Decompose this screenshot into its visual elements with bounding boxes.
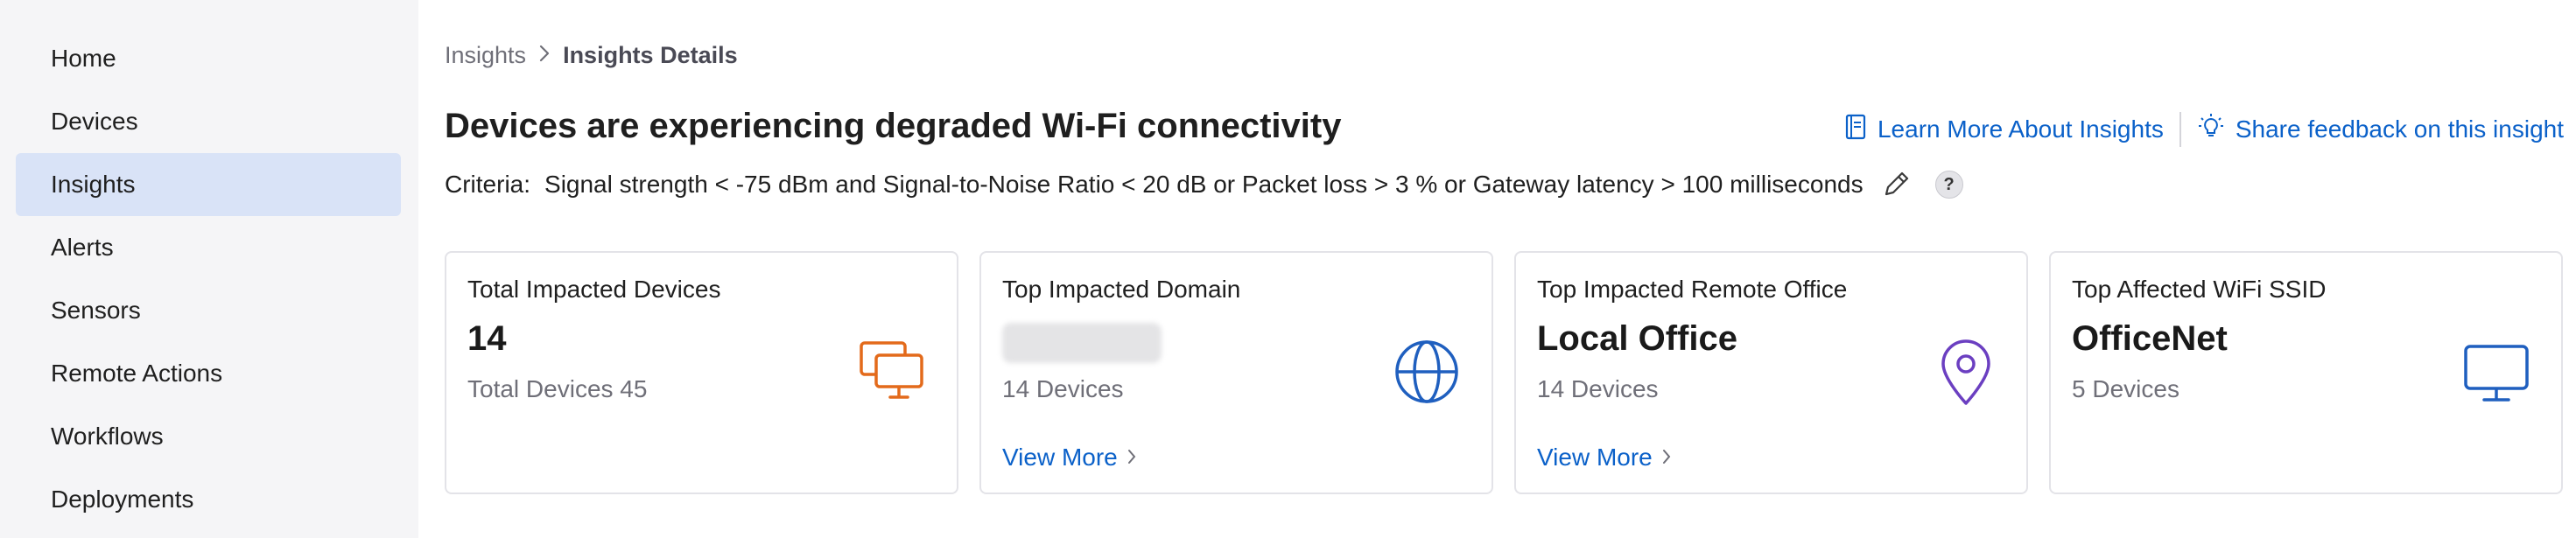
lightbulb-icon <box>2197 113 2225 147</box>
monitor-icon <box>2463 344 2530 408</box>
card-title: Total Impacted Devices <box>467 276 721 303</box>
share-feedback-label: Share feedback on this insight <box>2235 115 2564 143</box>
card-value: 14 <box>467 319 507 358</box>
book-icon <box>1844 114 1867 146</box>
card-top-affected-wifi-ssid: Top Affected WiFi SSID OfficeNet 5 Devic… <box>2049 251 2563 494</box>
sidebar-item-deployments[interactable]: Deployments <box>16 468 401 531</box>
chevron-right-icon <box>1127 444 1137 472</box>
sidebar: Home Devices Insights Alerts Sensors Rem… <box>0 0 418 538</box>
criteria-label: Criteria: <box>445 171 531 198</box>
sidebar-item-workflows[interactable]: Workflows <box>16 405 401 468</box>
view-more-label: View More <box>1002 444 1118 471</box>
help-icon[interactable]: ? <box>1934 171 1963 199</box>
view-more-label: View More <box>1537 444 1653 471</box>
redacted-domain-value <box>1002 323 1162 363</box>
page-title: Devices are experiencing degraded Wi-Fi … <box>445 107 1342 145</box>
criteria-text: Signal strength < -75 dBm and Signal-to-… <box>544 171 1864 198</box>
card-subtext: 5 Devices <box>2072 375 2179 402</box>
sidebar-item-remote-actions[interactable]: Remote Actions <box>16 342 401 405</box>
breadcrumb: Insights Insights Details <box>445 42 738 69</box>
criteria: Criteria: Signal strength < -75 dBm and … <box>445 170 1963 199</box>
devices-icon <box>859 340 925 406</box>
view-more-link[interactable]: View More <box>1002 444 1137 472</box>
pencil-icon[interactable] <box>1881 170 1911 199</box>
card-top-impacted-domain: Top Impacted Domain 14 Devices View More <box>979 251 1493 494</box>
breadcrumb-current: Insights Details <box>563 42 738 68</box>
location-pin-icon <box>1939 339 1993 411</box>
card-top-impacted-remote-office: Top Impacted Remote Office Local Office … <box>1514 251 2028 494</box>
card-subtext: Total Devices 45 <box>467 375 648 402</box>
card-subtext: 14 Devices <box>1002 375 1124 402</box>
sidebar-item-devices[interactable]: Devices <box>16 90 401 153</box>
card-total-impacted-devices: Total Impacted Devices 14 Total Devices … <box>445 251 958 494</box>
card-value: Local Office <box>1537 319 1737 358</box>
card-subtext: 14 Devices <box>1537 375 1659 402</box>
sidebar-item-insights[interactable]: Insights <box>16 153 401 216</box>
share-feedback-link[interactable]: Share feedback on this insight <box>2197 113 2564 147</box>
sidebar-item-home[interactable]: Home <box>16 27 401 90</box>
view-more-link[interactable]: View More <box>1537 444 1672 472</box>
card-value: OfficeNet <box>2072 319 2228 358</box>
chevron-right-icon <box>1661 444 1672 472</box>
learn-more-link[interactable]: Learn More About Insights <box>1844 114 2164 146</box>
learn-more-label: Learn More About Insights <box>1877 115 2164 143</box>
globe-icon <box>1393 339 1460 409</box>
sidebar-item-alerts[interactable]: Alerts <box>16 216 401 279</box>
header-links: Learn More About Insights Share feedback… <box>1844 112 2564 147</box>
breadcrumb-insights-link[interactable]: Insights <box>445 42 526 69</box>
header-divider <box>2179 112 2181 147</box>
sidebar-item-sensors[interactable]: Sensors <box>16 279 401 342</box>
card-title: Top Affected WiFi SSID <box>2072 276 2327 303</box>
chevron-right-icon <box>538 42 551 69</box>
main-content: Insights Insights Details Devices are ex… <box>445 0 2576 538</box>
card-title: Top Impacted Remote Office <box>1537 276 1848 303</box>
card-title: Top Impacted Domain <box>1002 276 1241 303</box>
